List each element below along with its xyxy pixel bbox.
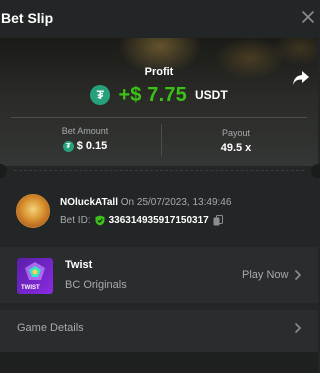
close-icon[interactable] [299, 8, 317, 26]
profit-row: ₮ +$ 7.75 USDT [0, 80, 318, 110]
bet-stats: Bet Amount ₮ $ 0.15 Payout 49.5 x [0, 118, 318, 166]
payout-label: Payout [221, 128, 251, 138]
game-details-label: Game Details [17, 322, 84, 334]
ticket-perforation [14, 170, 304, 171]
bet-id-value: 336314935917150317 [108, 215, 209, 226]
avatar[interactable] [16, 194, 50, 228]
bet-amount-label: Bet Amount [61, 126, 109, 136]
game-name: Twist [65, 259, 93, 271]
shield-check-icon [95, 215, 105, 226]
bet-user-info: NOluckATall On 25/07/2023, 13:49:46 Bet … [16, 194, 306, 234]
bet-id-label: Bet ID: [60, 215, 91, 226]
profit-label: Profit [144, 66, 174, 78]
share-icon[interactable] [292, 70, 310, 86]
game-thumbnail[interactable]: TWIST [17, 258, 53, 294]
bet-amount-stat: Bet Amount ₮ $ 0.15 [40, 126, 130, 152]
payout-stat: Payout 49.5 x [188, 128, 284, 154]
bet-amount-value: $ 0.15 [76, 140, 108, 152]
bet-timestamp: On 25/07/2023, 13:49:46 [120, 197, 232, 208]
usdt-coin-icon: ₮ [62, 140, 74, 152]
profit-amount: +$ 7.75 [118, 83, 187, 106]
twist-logo-icon [25, 262, 45, 280]
game-provider: BC Originals [65, 279, 127, 291]
game-thumb-label: TWIST [21, 285, 40, 291]
footer-area [0, 352, 318, 373]
bet-id-row: Bet ID: 336314935917150317 [60, 215, 223, 226]
chevron-right-icon[interactable] [294, 270, 302, 280]
bet-user-line: NOluckATall On 25/07/2023, 13:49:46 [60, 197, 231, 208]
bet-amount-value-row: ₮ $ 0.15 [40, 140, 130, 152]
username[interactable]: NOluckATall [60, 197, 118, 208]
stat-divider [161, 124, 162, 156]
ticket-notch-right [311, 164, 320, 178]
usdt-coin-icon: ₮ [90, 85, 111, 105]
play-now-button[interactable]: Play Now [242, 269, 288, 281]
game-details-row[interactable]: Game Details [0, 310, 318, 352]
game-card[interactable]: TWIST Twist BC Originals Play Now [0, 247, 318, 303]
ticket-notch-left [0, 164, 7, 178]
page-title: Bet Slip [1, 10, 54, 26]
payout-value: 49.5 x [220, 142, 252, 154]
payout-value-row: 49.5 x [188, 142, 284, 154]
copy-icon[interactable] [213, 215, 223, 226]
profit-currency: USDT [195, 88, 228, 102]
bet-slip-header: Bet Slip [0, 0, 318, 38]
chevron-right-icon[interactable] [294, 323, 302, 333]
